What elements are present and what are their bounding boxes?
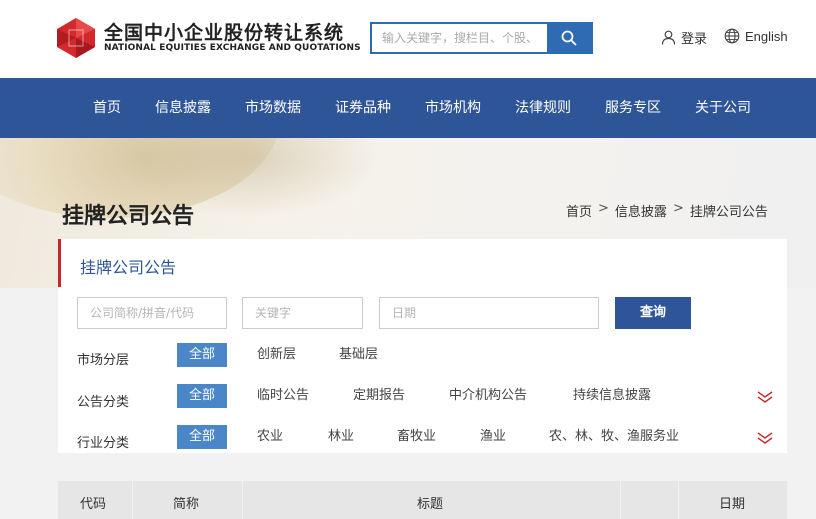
industry-chip-agriculture[interactable]: 农业	[257, 425, 283, 449]
nav-item-about[interactable]: 关于公司	[695, 78, 751, 138]
panel-title: 挂牌公司公告	[80, 258, 177, 277]
industry-chip-husbandry[interactable]: 畜牧业	[397, 425, 436, 449]
market-chip-all[interactable]: 全部	[177, 343, 227, 367]
site-header: 全国中小企业股份转让系统 NATIONAL EQUITIES EXCHANGE …	[0, 0, 816, 78]
column-divider	[620, 481, 621, 519]
announcement-chip-all[interactable]: 全部	[177, 384, 227, 408]
industry-chip-agri-services[interactable]: 农、林、牧、渔服务业	[549, 425, 679, 449]
company-search-input[interactable]	[77, 297, 227, 329]
keyword-input[interactable]	[242, 297, 363, 329]
user-icon	[661, 30, 676, 45]
industry-chip-all[interactable]: 全部	[177, 425, 227, 449]
globe-icon	[724, 28, 740, 44]
expand-chevron-icon[interactable]	[757, 432, 773, 444]
nav-item-services[interactable]: 服务专区	[605, 78, 661, 138]
query-button[interactable]: 查询	[615, 297, 691, 329]
breadcrumb-home[interactable]: 首页	[566, 201, 592, 220]
brand-name-en: NATIONAL EQUITIES EXCHANGE AND QUOTATION…	[104, 43, 361, 53]
panel-header: 挂牌公司公告	[58, 239, 787, 287]
neeq-logo[interactable]	[57, 18, 95, 58]
announcement-table-header: 代码 简称 标题 日期	[58, 481, 787, 519]
nav-item-market-data[interactable]: 市场数据	[245, 78, 301, 138]
announcement-type-label: 公告分类	[77, 395, 130, 410]
market-chip-innovation[interactable]: 创新层	[257, 343, 296, 367]
nav-item-disclosure[interactable]: 信息披露	[155, 78, 211, 138]
market-tier-label: 市场分层	[77, 353, 130, 368]
filter-panel: 挂牌公司公告 查询 市场分层 全部 创新层 基础层 公告分类 全部 临时公告 定…	[58, 239, 787, 453]
search-icon	[561, 30, 577, 46]
nav-item-securities[interactable]: 证券品种	[335, 78, 391, 138]
industry-label: 行业分类	[77, 436, 130, 451]
language-label: English	[745, 28, 788, 44]
language-switch[interactable]: English	[724, 28, 788, 44]
search-input[interactable]	[372, 24, 549, 52]
site-search	[370, 22, 593, 54]
breadcrumb-current: 挂牌公司公告	[689, 205, 768, 220]
announcement-chip-temporary[interactable]: 临时公告	[257, 384, 309, 408]
expand-chevron-icon[interactable]	[757, 391, 773, 403]
column-header-title: 标题	[417, 497, 444, 512]
brand-name-cn: 全国中小企业股份转让系统	[104, 22, 345, 44]
breadcrumb-separator: >	[598, 201, 609, 216]
column-divider	[132, 481, 133, 519]
nav-item-home[interactable]: 首页	[93, 78, 121, 138]
column-header-date: 日期	[719, 497, 746, 512]
login-label: 登录	[681, 32, 708, 47]
industry-chip-forestry[interactable]: 林业	[328, 425, 354, 449]
announcement-chip-intermediary[interactable]: 中介机构公告	[449, 384, 527, 408]
column-header-code: 代码	[80, 497, 107, 512]
column-header-name: 简称	[173, 497, 200, 512]
nav-item-rules[interactable]: 法律规则	[515, 78, 571, 138]
login-link[interactable]: 登录	[661, 28, 707, 47]
industry-chip-fishery[interactable]: 渔业	[480, 425, 506, 449]
announcement-chip-periodic[interactable]: 定期报告	[353, 384, 405, 408]
announcement-chip-continuous[interactable]: 持续信息披露	[573, 384, 651, 408]
date-select[interactable]	[379, 297, 599, 329]
breadcrumb-disclosure[interactable]: 信息披露	[615, 201, 667, 220]
search-button[interactable]	[547, 24, 591, 52]
column-divider	[242, 481, 243, 519]
column-divider	[678, 481, 679, 519]
page-title: 挂牌公司公告	[62, 204, 195, 229]
breadcrumb-separator: >	[672, 201, 684, 216]
nav-item-institutions[interactable]: 市场机构	[425, 78, 481, 138]
main-nav: 首页 信息披露 市场数据 证券品种 市场机构 法律规则 服务专区 关于公司	[0, 78, 816, 138]
breadcrumb: 首页 > 信息披露 > 挂牌公司公告	[566, 201, 768, 220]
market-chip-basic[interactable]: 基础层	[339, 343, 378, 367]
